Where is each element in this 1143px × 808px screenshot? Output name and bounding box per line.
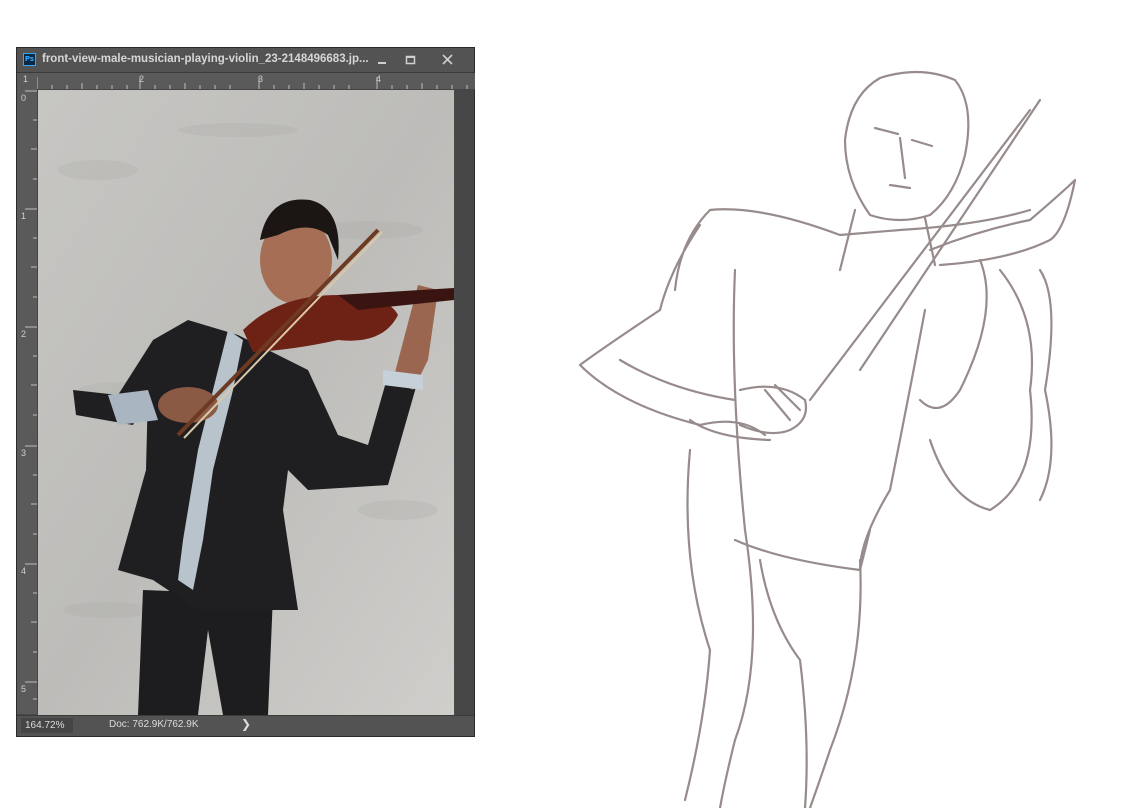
document-size-info[interactable]: Doc: 762.9K/762.9K	[109, 719, 199, 730]
status-menu-arrow-icon[interactable]: ❯	[241, 717, 251, 731]
ruler-label-left: 3	[21, 448, 27, 458]
ruler-label-left: 2	[21, 329, 27, 339]
ruler-ticks	[25, 90, 37, 700]
photoshop-app-icon: Ps	[23, 53, 36, 66]
maximize-button[interactable]	[397, 48, 423, 71]
close-icon	[441, 54, 453, 65]
document-title: front-view-male-musician-playing-violin_…	[42, 53, 369, 65]
ruler-label-left: 4	[21, 566, 27, 576]
ruler-ticks	[37, 77, 468, 89]
ruler-label-top: 1	[23, 74, 29, 84]
zoom-level-field[interactable]: 164.72%	[21, 718, 73, 733]
document-titlebar[interactable]: Ps front-view-male-musician-playing-viol…	[17, 48, 474, 73]
horizontal-ruler[interactable]: 1 2 3 4	[23, 73, 475, 90]
minimize-icon	[378, 61, 386, 64]
violinist-photo	[38, 90, 454, 715]
ruler-label-left: 0	[21, 93, 27, 103]
ruler-label-top: 3	[258, 74, 264, 84]
document-canvas-photo[interactable]	[38, 90, 454, 715]
maximize-icon	[405, 55, 415, 64]
vertical-scrollbar[interactable]	[455, 90, 474, 715]
status-bar: 164.72% Doc: 762.9K/762.9K ❯	[17, 715, 474, 736]
close-button[interactable]	[425, 48, 469, 71]
minimize-button[interactable]	[369, 48, 395, 71]
ruler-label-top: 2	[139, 74, 145, 84]
photoshop-document-window: Ps front-view-male-musician-playing-viol…	[16, 47, 475, 737]
vertical-ruler[interactable]: 0 1 2 3 4 5	[17, 89, 38, 714]
figure-sketch-drawing	[578, 70, 1077, 808]
ruler-label-left: 5	[21, 684, 27, 694]
ruler-label-left: 1	[21, 211, 27, 221]
ruler-label-top: 4	[376, 74, 382, 84]
